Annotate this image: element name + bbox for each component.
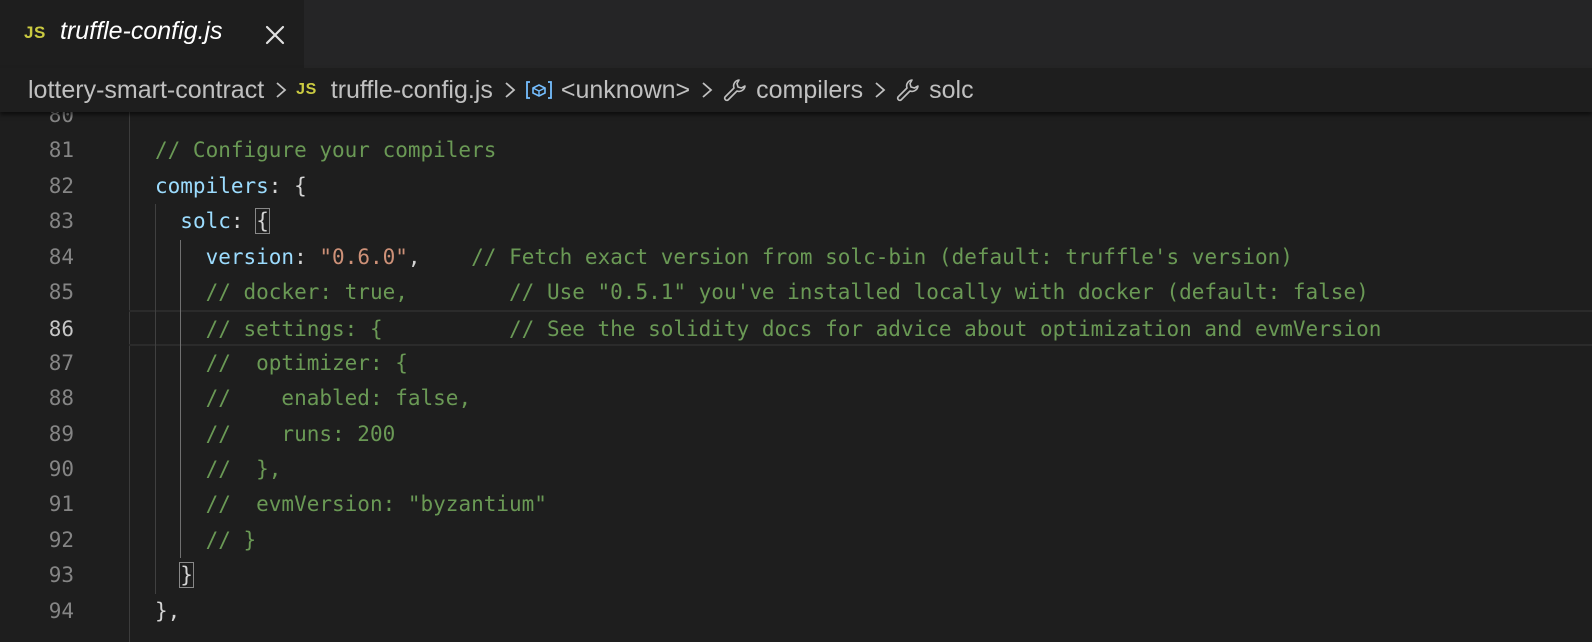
chevron-right-icon — [873, 81, 887, 99]
wrench-icon — [722, 77, 748, 103]
breadcrumb-label: <unknown> — [560, 75, 691, 104]
line-number: 93 — [48, 563, 74, 588]
breadcrumb-item-compilers[interactable]: compilers — [722, 76, 863, 105]
breadcrumb: lottery-smart-contract JS truffle-config… — [0, 68, 1592, 112]
breadcrumb-item-folder[interactable]: lottery-smart-contract — [28, 76, 264, 105]
indent-guide — [155, 204, 156, 594]
js-file-icon: JS — [24, 23, 46, 42]
chevron-right-icon — [700, 81, 714, 99]
breadcrumb-item-solc[interactable]: solc — [895, 75, 974, 105]
line-number: 94 — [48, 598, 74, 623]
code-line[interactable]: 90 // }, — [0, 452, 1592, 487]
line-number: 91 — [48, 492, 74, 517]
variable-icon — [525, 79, 553, 101]
line-number: 82 — [48, 173, 74, 198]
code-line[interactable]: 91 // evmVersion: "byzantium" — [0, 487, 1592, 522]
tab-truffle-config[interactable]: JS truffle-config.js — [0, 0, 304, 68]
code-text: version: "0.6.0", // Fetch exact version… — [205, 244, 1293, 269]
line-number: 89 — [48, 421, 74, 446]
line-number: 88 — [48, 386, 74, 411]
code-line[interactable]: 86 // settings: { // See the solidity do… — [49, 310, 1592, 346]
breadcrumb-label: compilers — [756, 75, 864, 104]
line-number: 86 — [48, 317, 74, 342]
line-number: 80 — [48, 112, 74, 127]
line-number: 84 — [48, 244, 74, 269]
code-text: // }, — [205, 457, 282, 481]
code-line[interactable]: 85 // docker: true, // Use "0.5.1" you'v… — [0, 275, 1592, 310]
code-text: } — [179, 562, 194, 589]
code-line[interactable]: 93 } — [0, 558, 1592, 593]
code-text: // enabled: false, — [205, 386, 472, 411]
breadcrumb-item-unknown[interactable]: <unknown> — [525, 76, 690, 105]
code-text: }, — [155, 598, 181, 623]
tab-bar: JS truffle-config.js — [0, 0, 1592, 68]
line-number: 87 — [48, 350, 74, 375]
breadcrumb-item-file[interactable]: JS truffle-config.js — [296, 76, 493, 105]
code-line[interactable]: 82 compilers: { — [0, 169, 1592, 204]
code-editor[interactable]: 80 81 // Configure your compilers 82 compile… — [0, 112, 1592, 642]
line-number: 85 — [48, 280, 74, 304]
code-text: // Configure your compilers — [155, 138, 497, 163]
chevron-right-icon — [274, 81, 288, 99]
js-file-icon: JS — [296, 81, 317, 98]
code-text: // } — [205, 527, 257, 552]
code-text: compilers: { — [155, 173, 307, 198]
code-line[interactable]: 94}, — [0, 594, 1592, 629]
line-number: 90 — [48, 457, 74, 481]
code-text: // optimizer: { — [205, 350, 408, 375]
code-text: // settings: { // See the solidity docs … — [205, 317, 1382, 342]
indent-guide — [180, 239, 182, 559]
line-number: 92 — [48, 527, 74, 552]
code-line[interactable]: 83 solc: { — [0, 204, 1592, 239]
code-text: // docker: true, // Use "0.5.1" you've i… — [205, 280, 1369, 304]
line-number: 81 — [48, 138, 74, 163]
code-text: // evmVersion: "byzantium" — [205, 492, 547, 517]
code-text: // runs: 200 — [205, 421, 396, 446]
breadcrumb-label: lottery-smart-contract — [28, 75, 265, 104]
code-line[interactable]: 89 // runs: 200 — [0, 417, 1592, 452]
wrench-icon — [895, 77, 921, 103]
code-line[interactable]: 80 — [0, 112, 1592, 133]
code-text: solc: { — [180, 208, 270, 235]
code-line[interactable]: 88 // enabled: false, — [0, 381, 1592, 416]
chevron-right-icon — [503, 81, 517, 99]
code-line[interactable]: 81 // Configure your compilers — [0, 133, 1592, 168]
line-number: 83 — [48, 209, 74, 234]
close-icon[interactable] — [263, 23, 287, 47]
breadcrumb-label: truffle-config.js — [330, 75, 493, 104]
code-line[interactable]: 92 // } — [0, 523, 1592, 558]
code-line[interactable]: 84 version: "0.6.0", // Fetch exact vers… — [0, 240, 1592, 275]
tab-title: truffle-config.js — [60, 17, 223, 45]
breadcrumb-label: solc — [929, 75, 974, 104]
code-line[interactable]: 87 // optimizer: { — [0, 346, 1592, 381]
